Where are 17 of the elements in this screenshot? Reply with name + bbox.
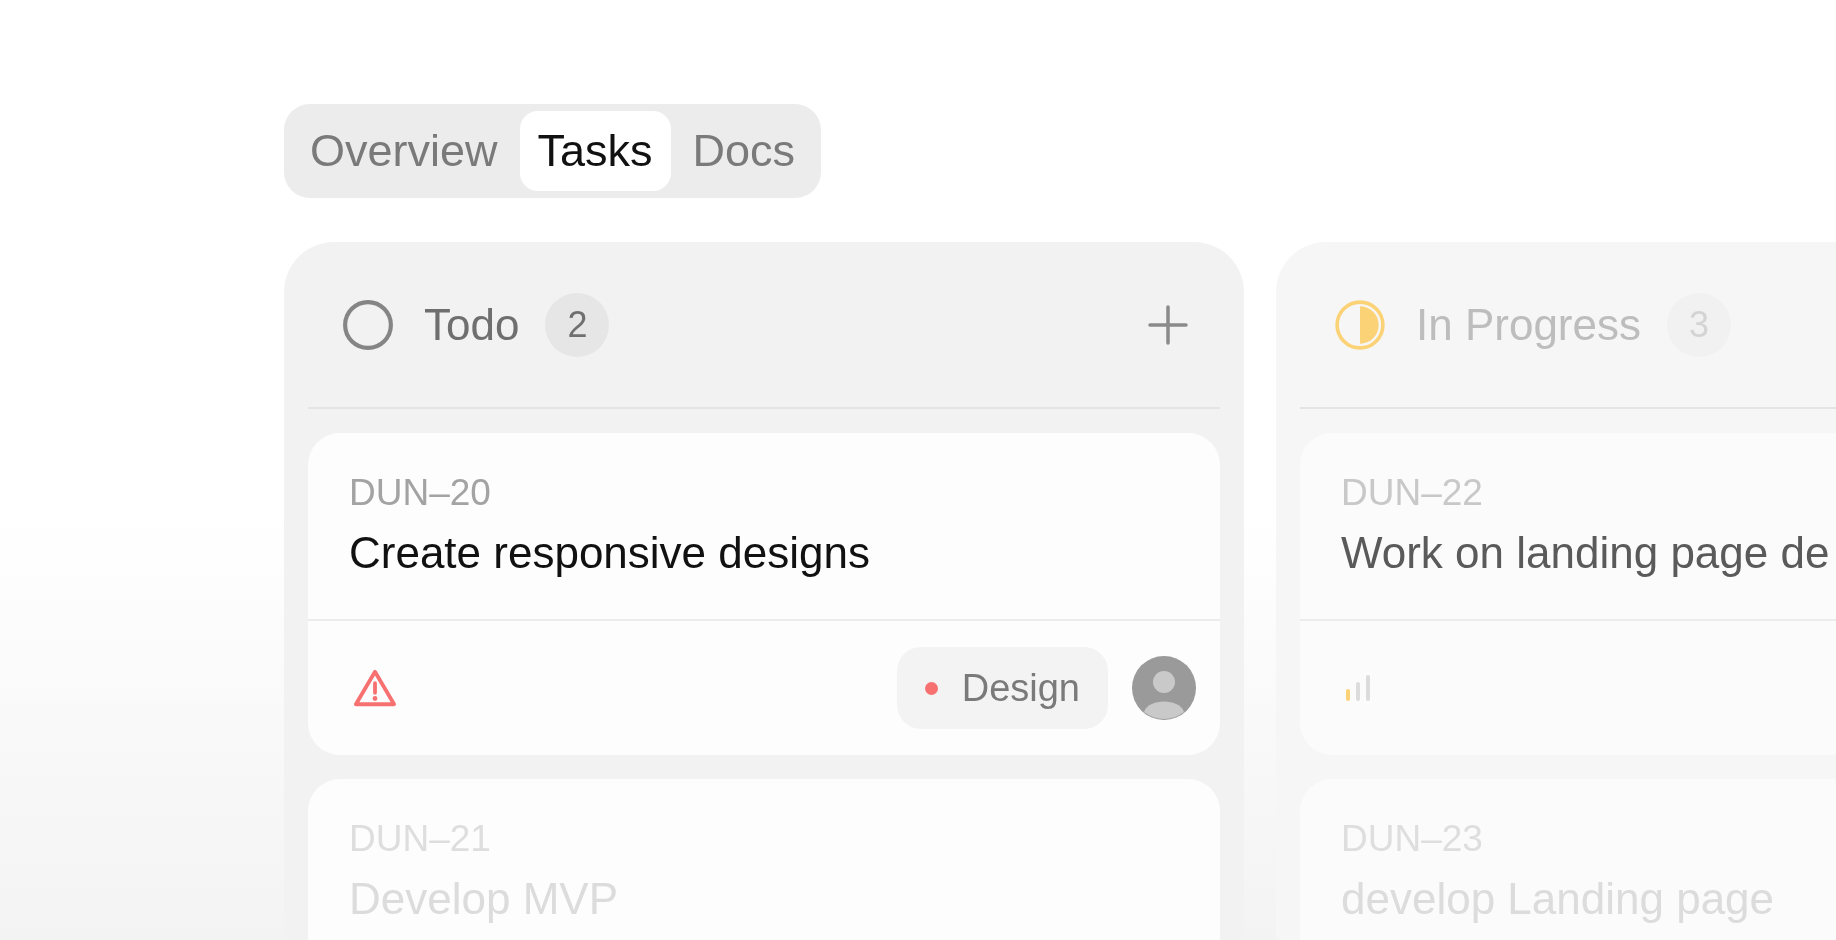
tab[interactable]: Docs xyxy=(674,111,814,191)
label-tag[interactable]: Design xyxy=(896,647,1108,729)
half-circle-icon xyxy=(1334,298,1386,351)
count-badge: 2 xyxy=(545,292,610,357)
task-title: Work on landing page de xyxy=(1341,527,1830,579)
task-id: DUN–20 xyxy=(349,471,492,515)
add-icon[interactable] xyxy=(1146,302,1190,347)
tag-label: Design xyxy=(961,666,1080,710)
task-title: Create responsive designs xyxy=(349,527,871,579)
tab[interactable]: Overview xyxy=(292,111,516,191)
warning-icon xyxy=(352,667,398,709)
column-title: In Progress xyxy=(1416,299,1641,350)
task-card[interactable]: DUN–20 Create responsive designs Design xyxy=(308,433,1220,755)
avatar-icon[interactable] xyxy=(1132,656,1196,720)
empty-circle-icon xyxy=(342,298,394,351)
tab[interactable]: Tasks xyxy=(519,111,671,191)
column-title: Todo xyxy=(424,299,520,350)
